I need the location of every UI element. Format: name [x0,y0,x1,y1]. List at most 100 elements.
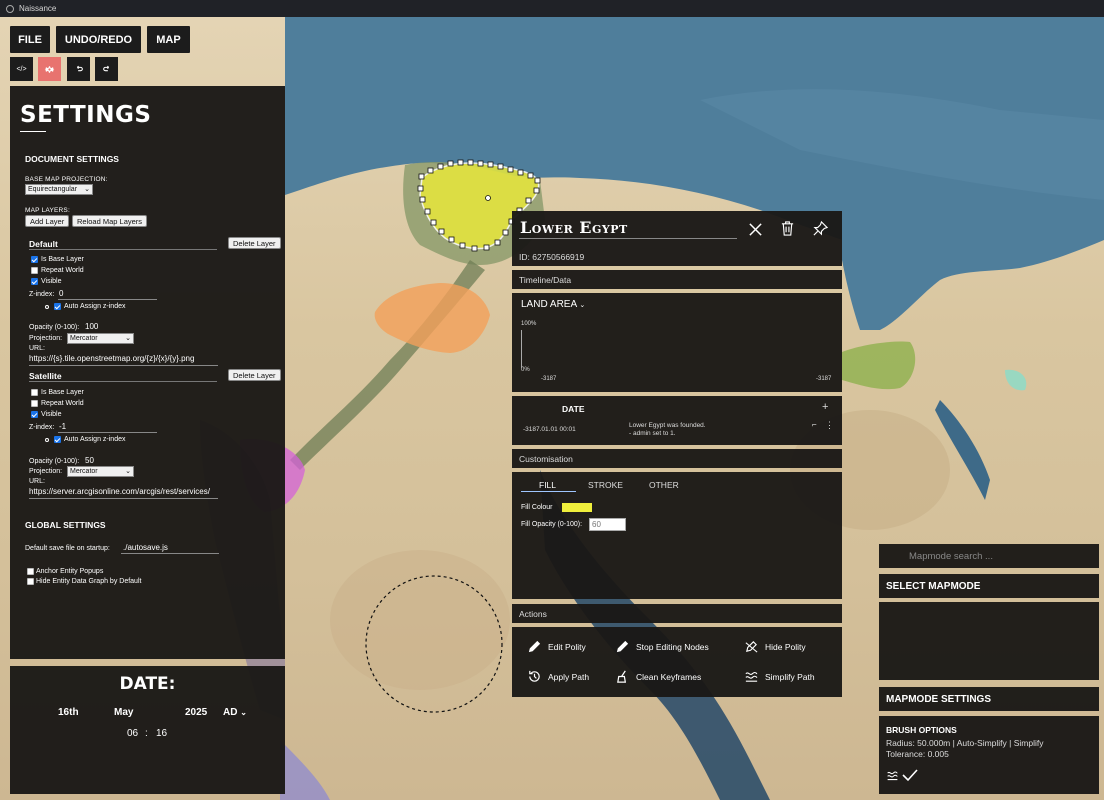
is-base-layer-checkbox-default[interactable] [31,256,38,263]
tab-other[interactable]: OTHER [649,480,679,490]
fill-opacity-input[interactable]: 60 [589,518,626,531]
projection-select-default[interactable]: Mercator ⌄ [67,333,134,344]
fill-colour-swatch[interactable] [562,503,592,512]
code-icon[interactable]: </> [10,57,33,81]
land-area-graph: LAND AREA ⌄ 100% 0% -3187 -3187 [512,293,842,392]
timeline-data-label: Timeline/Data [519,274,572,285]
delete-layer-button-default[interactable]: Delete Layer [228,237,281,249]
broom-icon [617,670,627,683]
code-glyph: </> [16,65,27,73]
select-mapmode-header: SELECT MAPMODE [879,574,1099,598]
repeat-world-checkbox-satellite[interactable] [31,400,38,407]
auto-assign-checkbox-satellite[interactable] [54,436,61,443]
simplify-path-button[interactable]: Simplify Path [744,669,815,684]
hide-polity-label: Hide Polity [765,641,806,652]
date-year[interactable]: 2025 [185,707,207,718]
actions-header[interactable]: Actions [512,604,842,623]
entity-name[interactable]: Lower Egypt [520,218,628,237]
opacity-input-default[interactable]: 100 [85,322,98,331]
url-input-default[interactable]: https://{s}.tile.openstreetmap.org/{z}/{… [29,354,218,363]
add-keyframe-button[interactable]: + [822,401,828,413]
apply-path-button[interactable]: Apply Path [527,669,589,684]
clean-keyframes-button[interactable]: Clean Keyframes [615,669,701,684]
lavender-region [280,740,330,800]
entity-name-underline [519,238,737,239]
close-icon[interactable] [748,222,763,239]
checkmark-icon[interactable] [902,768,918,784]
map-button[interactable]: MAP [147,26,190,53]
base-map-projection-select[interactable]: Equirectangular ⌄ [25,184,93,195]
title-bar: Naissance [0,0,1104,17]
visible-checkbox-satellite[interactable] [31,411,38,418]
auto-assign-checkbox-default[interactable] [54,303,61,310]
tab-stroke[interactable]: STROKE [588,480,623,490]
tab-fill-underline [521,491,576,492]
graph-title-select[interactable]: LAND AREA ⌄ [521,299,585,310]
add-layer-button[interactable]: Add Layer [25,215,70,227]
settings-title: SETTINGS [20,102,152,128]
date-era-select[interactable]: AD ⌄ [223,707,247,718]
more-options-icon[interactable]: ⋮ [825,420,834,431]
edit-polity-button[interactable]: Edit Polity [527,639,586,654]
redo-icon[interactable] [95,57,118,81]
fill-opacity-label: Fill Opacity (0-100): [521,521,583,528]
is-base-layer-checkbox-satellite[interactable] [31,389,38,396]
keyframe-jump-icon[interactable]: ⌐ [812,420,817,429]
trash-icon[interactable] [780,220,795,239]
tab-fill[interactable]: FILL [539,480,556,490]
hide-polity-button[interactable]: Hide Polity [744,639,806,654]
chevron-down-icon: ⌄ [579,302,586,309]
file-button[interactable]: FILE [10,26,50,53]
anchor-popups-checkbox[interactable] [27,568,34,575]
projection-select-satellite[interactable]: Mercator ⌄ [67,466,134,477]
delete-layer-button-satellite[interactable]: Delete Layer [228,369,281,381]
mapmode-search-input[interactable]: Mapmode search ... [879,544,1099,568]
date-month[interactable]: May [114,707,133,718]
app-icon [6,4,14,13]
fill-colour-label: Fill Colour [521,504,553,511]
list-bullet [45,438,49,442]
pin-icon[interactable] [812,220,829,239]
opacity-input-satellite[interactable]: 50 [85,456,94,465]
edit-polity-label: Edit Polity [548,641,586,652]
keyframe-date[interactable]: -3187.01.01 00:01 [523,426,576,433]
layer-name-default: Default [29,239,58,249]
customisation-header[interactable]: Customisation [512,449,842,468]
simplify-icon[interactable] [886,769,899,784]
anchor-popups-label: Anchor Entity Popups [36,568,104,575]
graph-y-axis [521,330,522,368]
simplify-icon [745,671,758,682]
green-polity [842,341,916,390]
undo-redo-button[interactable]: UNDO/REDO [56,26,141,53]
gear-icon[interactable] [38,57,61,81]
date-day[interactable]: 16th [58,707,79,718]
repeat-world-checkbox-default[interactable] [31,267,38,274]
visible-checkbox-default[interactable] [31,278,38,285]
date-minute[interactable]: 16 [156,728,167,739]
stop-editing-nodes-button[interactable]: Stop Editing Nodes [615,639,709,654]
actions-label: Actions [519,608,547,619]
chevron-down-icon: ⌄ [84,186,90,193]
time-separator: : [145,728,148,739]
base-map-projection-value: Equirectangular [28,186,78,193]
projection-value: Mercator [70,468,98,475]
mapmode-list[interactable] [879,602,1099,680]
hide-graph-label: Hide Entity Data Graph by Default [36,578,142,585]
list-bullet [45,305,49,309]
graph-x-end: -3187 [816,376,832,382]
orange-polity [374,283,490,353]
undo-icon[interactable] [67,57,90,81]
hide-graph-checkbox[interactable] [27,578,34,585]
url-input-satellite[interactable]: https://server.arcgisonline.com/arcgis/r… [29,487,218,496]
z-index-input-satellite[interactable]: -1 [59,422,66,431]
timeline-table: DATE + -3187.01.01 00:01 Lower Egypt was… [512,396,842,445]
z-index-input-default[interactable]: 0 [59,289,63,298]
timeline-data-header[interactable]: Timeline/Data [512,270,842,289]
brush-options-panel: BRUSH OPTIONS Radius: 50.000m | Auto-Sim… [879,716,1099,794]
chevron-down-icon: ⌄ [240,708,247,717]
settings-title-underline [20,131,46,132]
default-save-input[interactable]: ./autosave.js [123,543,168,552]
reload-map-layers-button[interactable]: Reload Map Layers [72,215,148,227]
teal-area [1005,369,1027,391]
date-hour[interactable]: 06 [127,728,138,739]
